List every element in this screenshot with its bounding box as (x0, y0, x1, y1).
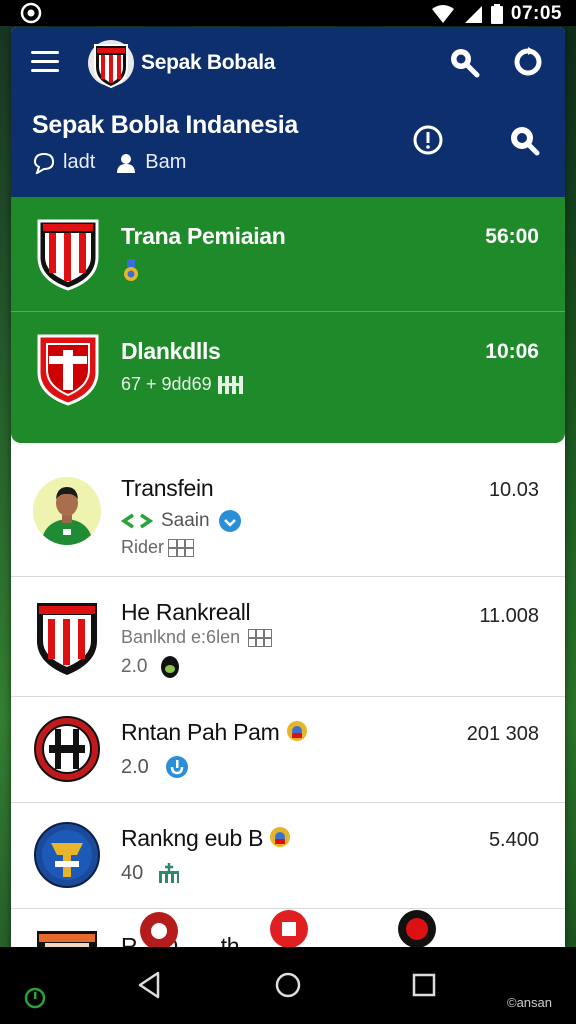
featured-section: Trana Pemiaian 56:00 Dlankdlls 10:06 67 … (11, 197, 565, 443)
grid-icon (168, 538, 195, 557)
filter-latest-label: ladt (63, 151, 96, 173)
search-settings-icon[interactable] (507, 123, 541, 157)
list-item-sub-text: 2.0 (121, 656, 148, 677)
featured-title: Trana Pemiaian (121, 223, 286, 249)
list-item-title: Rankng eub B (121, 825, 291, 852)
alien-icon (161, 656, 180, 678)
transfer-icon (121, 513, 153, 529)
featured-title: Dlankdlls (121, 338, 221, 364)
app-window: Sepak Bobala Sepak Bobla Indanesia ladt (11, 27, 565, 947)
list-item-time: 11.008 (479, 605, 539, 627)
refresh-icon[interactable] (511, 45, 545, 79)
list-item-meta-text: 40 (121, 861, 144, 884)
page-title: Sepak Bobla Indanesia (32, 111, 299, 139)
system-nav-bar: ©ansan (0, 947, 576, 1024)
list-item-title-text: Rntan Pah Pam (121, 719, 280, 745)
club-crest-icon (37, 603, 97, 675)
user-icon (117, 153, 136, 173)
list-item-title: Rntan Pah Pam (121, 719, 308, 746)
filter-team-label: Bam (145, 151, 187, 173)
stadium-icon (159, 863, 180, 883)
list-item-meta: 2.0 (121, 755, 189, 779)
info-icon[interactable] (411, 123, 445, 157)
list-item-title-text: Rankng eub B (121, 825, 264, 851)
list-item-time: 201 308 (466, 723, 539, 745)
featured-meta: 67 + 9dd69 (121, 374, 244, 395)
list-item-meta: 40 (121, 861, 181, 885)
list-item-meta-text: Saain (161, 510, 210, 531)
search-icon[interactable] (447, 45, 481, 79)
list-item[interactable]: Rntan Pah Pam 201 308 2.0 (11, 697, 565, 803)
list-item[interactable]: Transfein 10.03 Saain Rider (11, 443, 565, 577)
grid-icon (248, 628, 273, 647)
home-icon[interactable] (270, 967, 306, 1003)
menu-button[interactable] (31, 51, 59, 75)
header-filters: ladt Bam (33, 151, 186, 174)
list-item[interactable]: He Rankreall 11.008 Banlknd e:6len 2.0 (11, 577, 565, 697)
club-crest-icon (34, 716, 100, 782)
featured-time: 56:00 (485, 225, 539, 248)
player-photo-icon (33, 477, 101, 545)
filter-latest[interactable]: ladt (33, 151, 95, 174)
featured-meta (121, 259, 147, 283)
list-item-sub: Rider (121, 537, 195, 558)
list-item-sub: 2.0 (121, 655, 181, 679)
list-item-title: He Rankreall (121, 599, 251, 625)
featured-meta-text: 67 + 9dd69 (121, 374, 212, 394)
wifi-icon (431, 5, 454, 23)
info-badge-icon (218, 510, 241, 532)
chat-bubble-icon (33, 152, 55, 174)
club-logo (88, 40, 134, 89)
alert-button[interactable] (397, 909, 437, 947)
player-avatar (33, 477, 101, 545)
list-item-meta: Banlknd e:6len (121, 627, 273, 648)
medal-icon (124, 259, 138, 281)
app-title: Sepak Bobala (141, 51, 276, 74)
nav-watermark: ©ansan (507, 995, 552, 1010)
floating-actions (11, 909, 565, 947)
back-icon[interactable] (132, 967, 168, 1003)
grid-icon (217, 375, 243, 394)
list-item-time: 5.400 (488, 829, 539, 851)
medal-icon (286, 721, 307, 741)
menu-line (31, 60, 59, 63)
signal-icon (464, 6, 482, 23)
status-bar: 07:05 (0, 0, 576, 26)
club-crest-icon (34, 822, 100, 888)
menu-line (31, 51, 59, 54)
list-item-meta: Saain (121, 509, 242, 533)
club-crest-icon (37, 219, 99, 291)
stop-button[interactable] (269, 909, 309, 947)
status-time: 07:05 (510, 3, 562, 24)
list-item-meta-text: 2.0 (121, 755, 149, 778)
app-indicator-icon (20, 2, 42, 24)
club-crest-icon (37, 334, 99, 406)
battery-icon (490, 4, 503, 24)
record-button[interactable] (139, 911, 179, 947)
medal-icon (270, 827, 291, 847)
list-item-time: 10.03 (488, 479, 539, 501)
featured-row[interactable]: Trana Pemiaian 56:00 (11, 197, 565, 311)
filter-team[interactable]: Bam (115, 151, 186, 174)
menu-line (31, 69, 59, 72)
status-indicator-icon (24, 987, 46, 1009)
list-item-meta-text: Banlknd e:6len (121, 627, 241, 647)
app-header: Sepak Bobala Sepak Bobla Indanesia ladt (11, 27, 565, 197)
list-item-sub-text: Rider (121, 537, 165, 557)
list-item-title: Transfein (121, 475, 214, 501)
featured-row[interactable]: Dlankdlls 10:06 67 + 9dd69 (11, 311, 565, 425)
featured-time: 10:06 (485, 340, 539, 363)
recents-icon[interactable] (406, 967, 442, 1003)
power-badge-icon (165, 756, 188, 778)
list-item[interactable]: Rankng eub B 5.400 40 (11, 803, 565, 909)
